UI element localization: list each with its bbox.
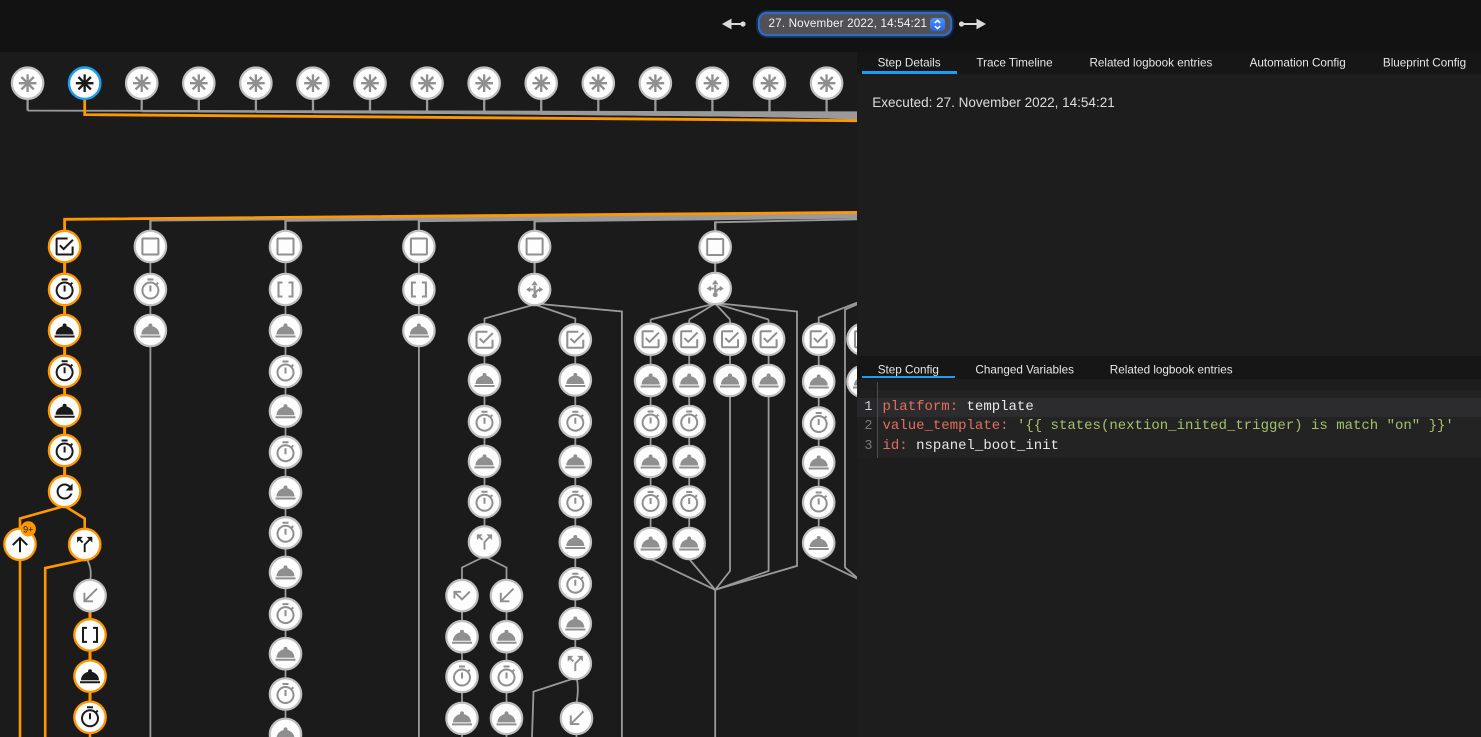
svg-text:9+: 9+: [23, 524, 33, 534]
